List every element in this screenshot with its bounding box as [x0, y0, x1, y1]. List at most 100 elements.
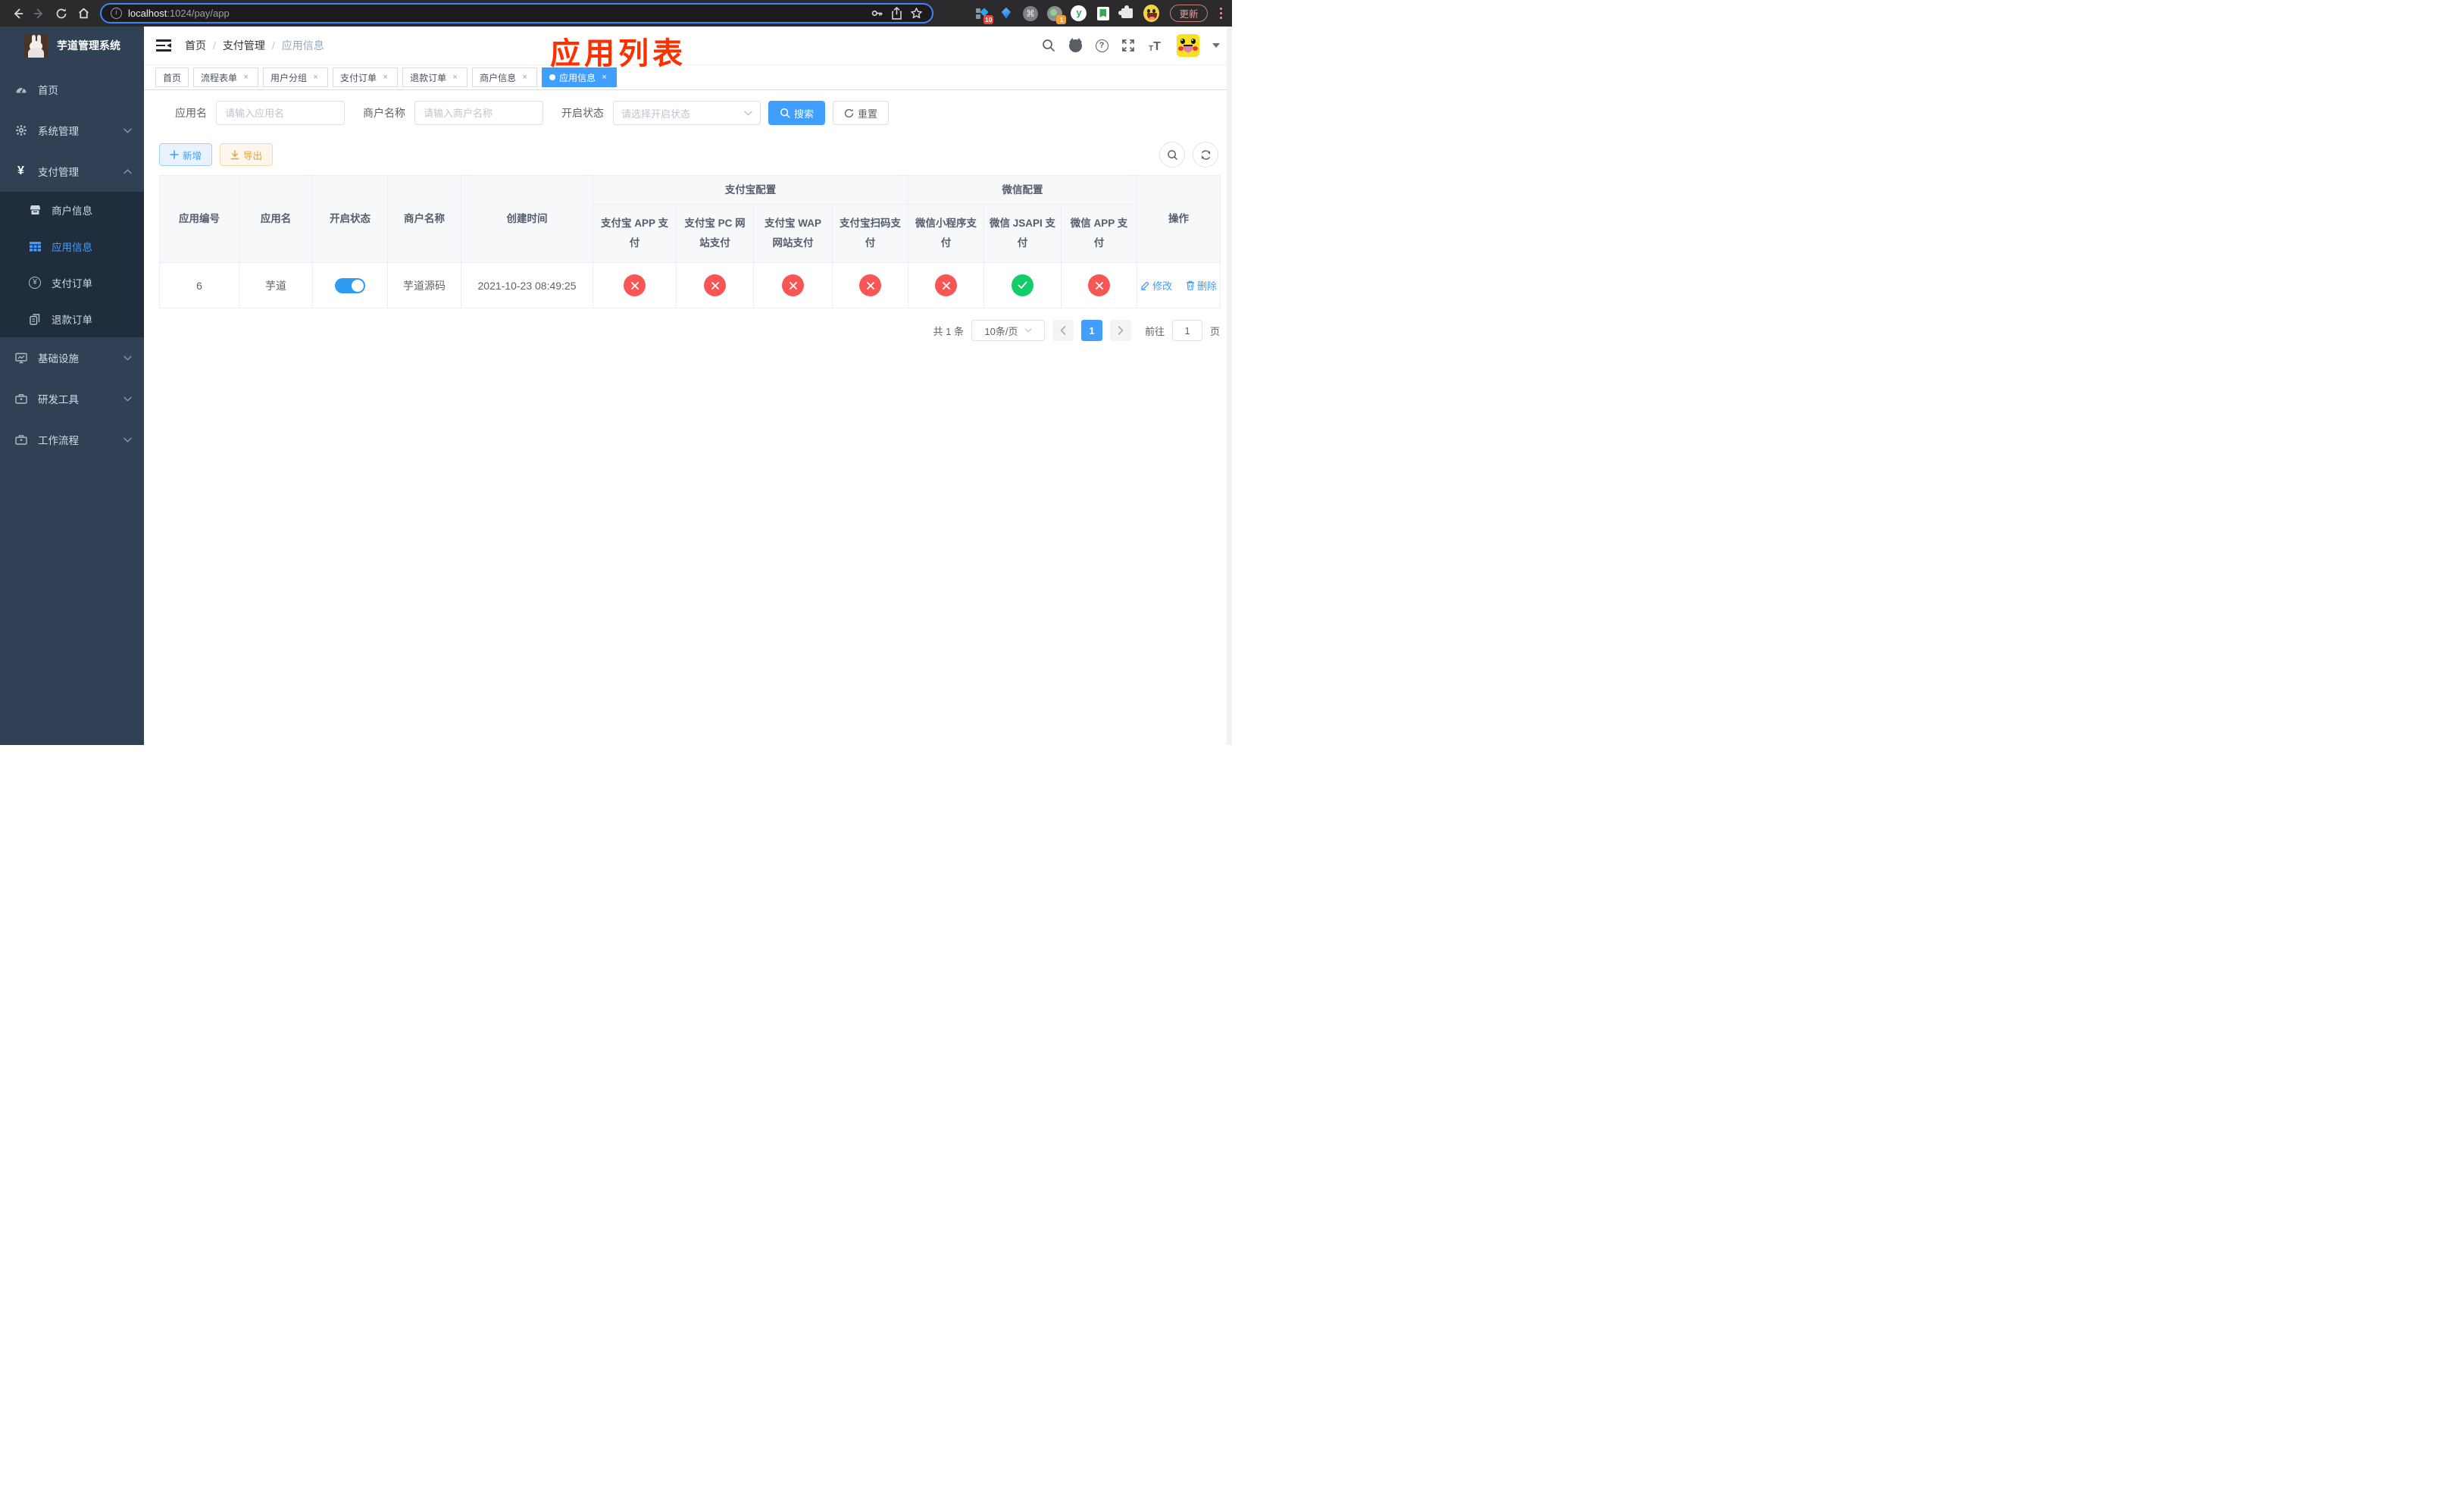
dashboard-icon: [14, 83, 27, 96]
bookmark-star-icon[interactable]: [909, 7, 923, 20]
sidebar-logo[interactable]: 芋道管理系统: [0, 27, 144, 64]
cell-ops: 修改 删除: [1137, 262, 1221, 308]
close-icon[interactable]: ×: [380, 73, 390, 83]
sidebar-item-refund-orders[interactable]: 退款订单: [0, 301, 144, 337]
col-header-alipay-qr: 支付宝扫码支付: [832, 204, 908, 263]
tab-process-form[interactable]: 流程表单 ×: [193, 67, 259, 87]
status-placeholder: 请选择开启状态: [621, 108, 691, 120]
breadcrumb-current: 应用信息: [281, 39, 324, 52]
close-icon[interactable]: ×: [311, 73, 321, 83]
page-scrollbar[interactable]: [1227, 27, 1232, 745]
page-number-current[interactable]: 1: [1080, 320, 1102, 341]
tab-user-group[interactable]: 用户分组 ×: [263, 67, 329, 87]
refresh-table-button[interactable]: [1193, 142, 1218, 167]
user-avatar[interactable]: [1177, 34, 1199, 57]
chrome-update-button[interactable]: 更新: [1170, 5, 1208, 22]
tab-refund-orders[interactable]: 退款订单 ×: [402, 67, 468, 87]
payment-submenu: 商户信息 应用信息 ¥ 支付订单 退款订单: [0, 192, 144, 337]
storefront-icon: [29, 204, 41, 216]
chevron-down-icon: [1024, 328, 1031, 333]
next-page-button[interactable]: [1109, 320, 1131, 341]
status-select[interactable]: 请选择开启状态: [613, 101, 761, 125]
group-header-alipay: 支付宝配置: [593, 175, 908, 205]
close-icon[interactable]: ×: [450, 73, 460, 83]
sidebar-item-infrastructure[interactable]: 基础设施: [0, 337, 144, 378]
refresh-icon: [1201, 149, 1210, 160]
cell-merchant: 芋道源码: [387, 262, 461, 308]
extensions-puzzle-icon[interactable]: [1118, 5, 1135, 21]
sidebar-item-dev-tools[interactable]: 研发工具: [0, 378, 144, 419]
add-button[interactable]: 新增: [159, 143, 213, 166]
search-button[interactable]: 搜索: [768, 101, 826, 125]
font-size-icon[interactable]: TT: [1147, 38, 1162, 53]
cell-app-name: 芋道: [239, 262, 313, 308]
profile-avatar[interactable]: [1143, 5, 1160, 22]
extension-grid-icon[interactable]: 10: [974, 5, 994, 24]
sidebar-item-label: 工作流程: [38, 435, 79, 446]
monitor-icon: [14, 352, 27, 365]
header-search-icon[interactable]: [1041, 38, 1056, 53]
pagination: 共 1 条 10条/页 1 前往 页: [159, 320, 1220, 341]
sidebar-item-home[interactable]: 首页: [0, 69, 144, 110]
logo-image: [24, 33, 48, 58]
back-icon[interactable]: [9, 5, 26, 22]
tab-pay-orders[interactable]: 支付订单 ×: [333, 67, 399, 87]
close-icon[interactable]: ×: [520, 73, 530, 83]
sidebar-item-workflow[interactable]: 工作流程: [0, 419, 144, 460]
sidebar-item-payment[interactable]: ¥ 支付管理: [0, 151, 144, 192]
close-icon[interactable]: ×: [241, 73, 251, 83]
site-info-icon[interactable]: i: [111, 8, 122, 19]
wx-mini-disabled-cross-icon: [935, 274, 957, 296]
reset-button[interactable]: 重置: [833, 101, 890, 125]
page-unit-label: 页: [1209, 325, 1220, 337]
delete-link[interactable]: 删除: [1186, 278, 1217, 293]
alipay-pc-disabled-cross-icon: [704, 274, 726, 296]
wx-jsapi-enabled-check-icon: [1012, 274, 1033, 296]
export-button[interactable]: 导出: [220, 143, 274, 166]
chevron-down-icon: [124, 437, 132, 443]
chrome-menu-icon[interactable]: [1218, 7, 1225, 20]
github-icon[interactable]: [1068, 37, 1083, 53]
col-header-name: 应用名: [239, 175, 313, 263]
col-header-wx-app: 微信 APP 支付: [1061, 204, 1137, 263]
prev-page-button[interactable]: [1052, 320, 1074, 341]
group-header-wechat: 微信配置: [908, 175, 1137, 205]
merchant-name-input[interactable]: [414, 101, 543, 125]
sidebar-collapse-icon[interactable]: [156, 39, 171, 52]
avatar-caret-icon[interactable]: [1212, 43, 1220, 48]
home-icon[interactable]: [75, 5, 92, 22]
sidebar: 芋道管理系统 首页 系统管理 ¥ 支付管理 商户信息 应用信息 ¥ 支付订单 退…: [0, 27, 144, 745]
sidebar-item-label: 首页: [38, 85, 58, 96]
extension-gem-icon[interactable]: [998, 5, 1014, 21]
share-icon[interactable]: [890, 7, 903, 20]
sidebar-item-app-info[interactable]: 应用信息: [0, 228, 144, 265]
close-icon[interactable]: ×: [599, 73, 609, 83]
reload-icon[interactable]: [53, 5, 70, 22]
app-name-input[interactable]: [216, 101, 345, 125]
extension-command-icon[interactable]: ⌘: [1022, 5, 1038, 21]
goto-page-input[interactable]: [1171, 320, 1202, 341]
extension-badge: 10: [983, 15, 994, 24]
alipay-app-disabled-cross-icon: [624, 274, 646, 296]
tab-merchant-info[interactable]: 商户信息 ×: [472, 67, 538, 87]
edit-link[interactable]: 修改: [1140, 278, 1172, 293]
sidebar-item-label: 支付管理: [38, 167, 79, 178]
tab-home[interactable]: 首页: [155, 67, 189, 87]
page-size-select[interactable]: 10条/页: [971, 320, 1045, 341]
address-bar[interactable]: i localhost:1024/pay/app: [100, 3, 933, 23]
password-key-icon[interactable]: [870, 7, 883, 20]
extension-doc-icon[interactable]: [1095, 5, 1111, 21]
fullscreen-icon[interactable]: [1121, 38, 1136, 53]
extension-recorder-icon[interactable]: 1: [1046, 5, 1067, 24]
breadcrumb-home[interactable]: 首页: [185, 38, 206, 53]
breadcrumb-payment[interactable]: 支付管理: [223, 38, 265, 53]
sidebar-item-pay-orders[interactable]: ¥ 支付订单: [0, 265, 144, 301]
forward-icon[interactable]: [31, 5, 48, 22]
help-icon[interactable]: ?: [1094, 38, 1109, 53]
enable-toggle[interactable]: [335, 277, 365, 293]
refresh-icon: [844, 108, 854, 117]
extension-y-icon[interactable]: y: [1071, 5, 1087, 21]
sidebar-item-merchant-info[interactable]: 商户信息: [0, 192, 144, 228]
sidebar-item-system[interactable]: 系统管理: [0, 110, 144, 151]
show-search-button[interactable]: [1159, 142, 1185, 167]
